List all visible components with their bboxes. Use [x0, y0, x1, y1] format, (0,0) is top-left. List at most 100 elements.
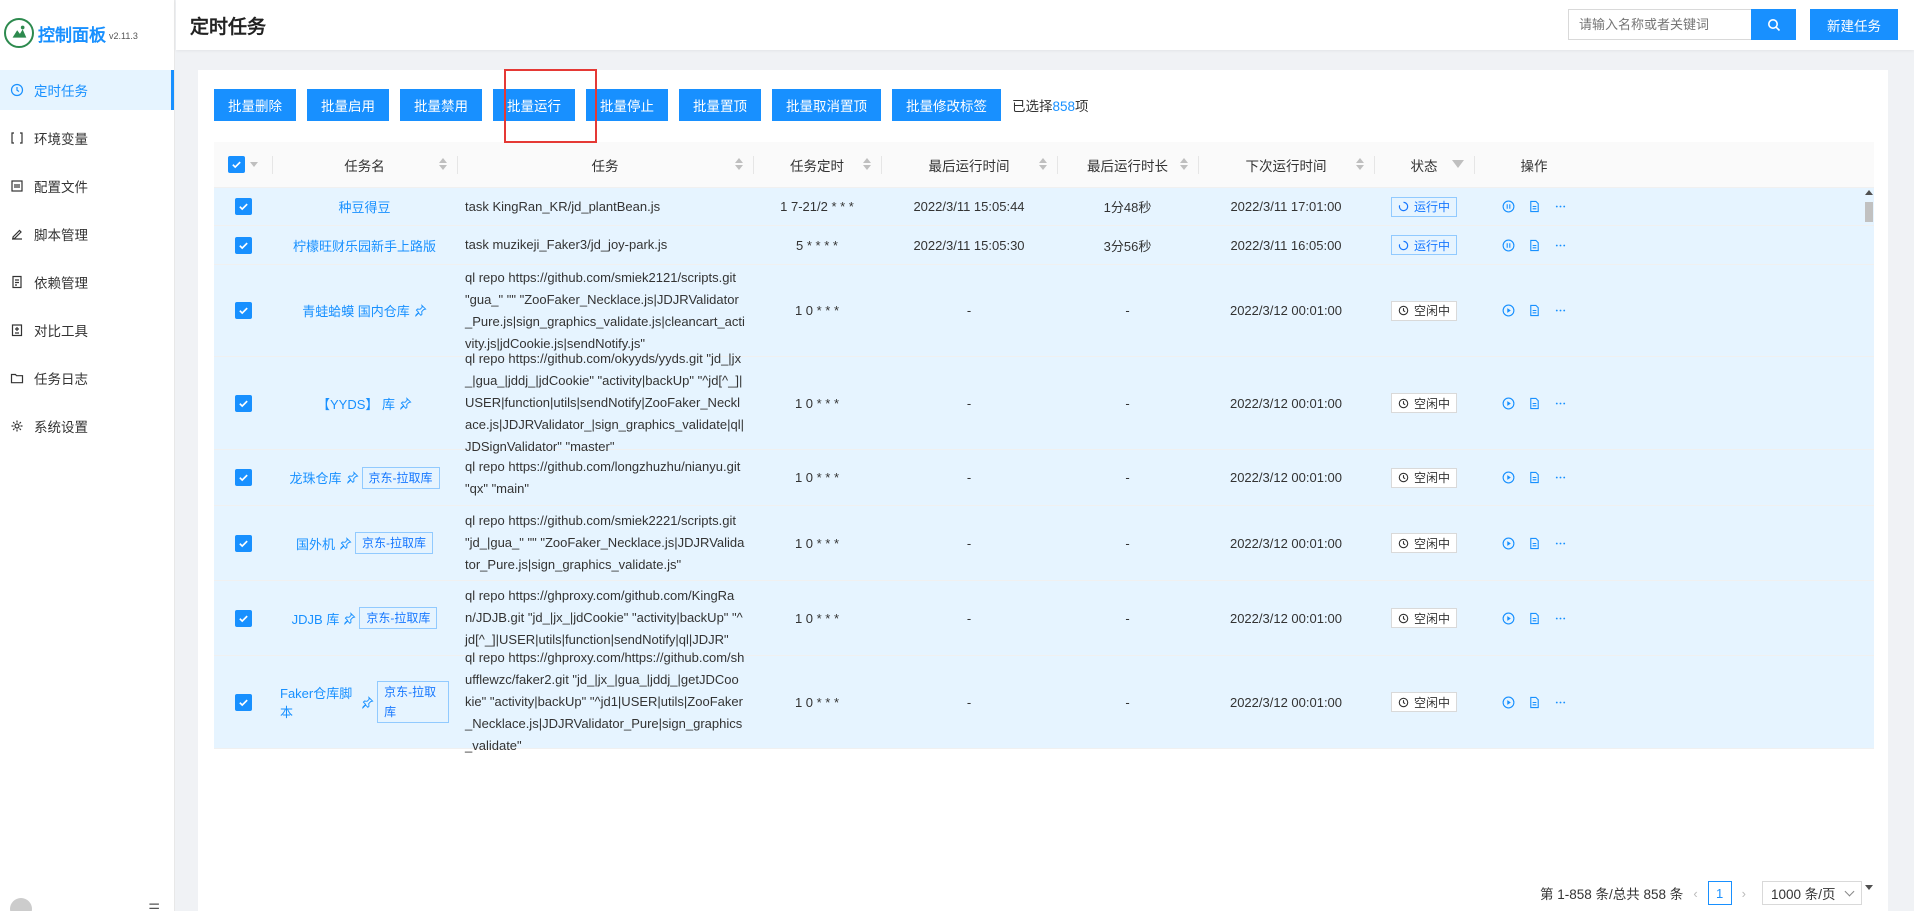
more-icon[interactable] [1554, 304, 1567, 317]
table-row[interactable]: 【YYDS】 库 ql repo https://github.com/okyyd… [214, 351, 1874, 454]
batch-button-2[interactable]: 批量禁用 [400, 89, 482, 121]
row-checkbox[interactable] [234, 236, 252, 254]
task-name-link[interactable]: 龙珠仓库 [289, 468, 341, 487]
log-icon[interactable] [1528, 537, 1541, 550]
sort-icon[interactable] [1356, 158, 1364, 170]
batch-button-4[interactable]: 批量停止 [586, 89, 668, 121]
table-row[interactable]: 柠檬旺财乐园新手上路版 task muzikeji_Faker3/jd_joy-p… [214, 226, 1874, 265]
sort-icon[interactable] [735, 158, 743, 170]
more-icon[interactable] [1554, 200, 1567, 213]
column-header[interactable]: 状态 [1374, 142, 1474, 187]
pin-icon[interactable] [343, 611, 356, 625]
log-icon[interactable] [1528, 200, 1541, 213]
select-all-checkbox[interactable] [228, 156, 245, 173]
run-icon[interactable] [1502, 696, 1515, 709]
table-row[interactable]: JDJB 库京东-拉取库 ql repo https://ghproxy.com/… [214, 581, 1874, 656]
pin-icon[interactable] [399, 396, 412, 410]
more-icon[interactable] [1554, 612, 1567, 625]
filter-icon[interactable] [1452, 160, 1464, 168]
collapse-icon[interactable]: ☰ [148, 901, 160, 911]
task-name-link[interactable]: 国外机 [296, 534, 335, 553]
header-select-all[interactable] [214, 142, 272, 187]
more-icon[interactable] [1554, 397, 1567, 410]
sort-icon[interactable] [1180, 158, 1188, 170]
sidebar-item-6[interactable]: 任务日志 [0, 358, 174, 398]
run-icon[interactable] [1502, 471, 1515, 484]
more-icon[interactable] [1554, 239, 1567, 252]
row-checkbox[interactable] [234, 469, 252, 486]
sidebar-item-5[interactable]: 对比工具 [0, 310, 174, 350]
pin-icon[interactable] [361, 695, 374, 709]
pin-icon[interactable] [339, 536, 352, 550]
column-header[interactable]: 最后运行时长 [1057, 142, 1198, 187]
sidebar-item-1[interactable]: 环境变量 [0, 118, 174, 158]
pin-icon[interactable] [414, 304, 427, 317]
sidebar-item-0[interactable]: 定时任务 [0, 70, 174, 110]
scroll-thumb[interactable] [1865, 202, 1873, 222]
logo[interactable]: 控制面板 v2.11.3 [0, 0, 174, 66]
row-checkbox[interactable] [234, 534, 252, 552]
task-name-link[interactable]: 柠檬旺财乐园新手上路版 [293, 236, 436, 255]
column-header[interactable]: 最后运行时间 [881, 142, 1057, 187]
more-icon[interactable] [1554, 471, 1567, 484]
row-checkbox[interactable] [234, 609, 252, 627]
task-name-link[interactable]: 青蛙蛤蟆 国内仓库 [302, 301, 410, 320]
sidebar-item-2[interactable]: 配置文件 [0, 166, 174, 206]
run-icon[interactable] [1502, 304, 1515, 317]
sidebar-item-7[interactable]: 系统设置 [0, 406, 174, 446]
column-header[interactable]: 任务 [457, 142, 753, 187]
next-page-icon[interactable]: › [1742, 886, 1746, 901]
sort-icon[interactable] [863, 158, 871, 170]
row-checkbox[interactable] [234, 198, 252, 215]
scroll-down-icon[interactable] [1865, 885, 1873, 890]
page-current[interactable]: 1 [1707, 881, 1732, 905]
search-input[interactable] [1568, 9, 1751, 40]
row-checkbox[interactable] [234, 394, 252, 412]
batch-button-0[interactable]: 批量删除 [214, 89, 296, 121]
batch-button-6[interactable]: 批量取消置顶 [772, 89, 881, 121]
task-name-link[interactable]: Faker仓库脚本 [280, 683, 357, 721]
column-header[interactable]: 操作 [1474, 142, 1594, 187]
sidebar-item-3[interactable]: 脚本管理 [0, 214, 174, 254]
page-size-select[interactable]: 1000 条/页 [1762, 881, 1862, 905]
log-icon[interactable] [1528, 397, 1541, 410]
log-icon[interactable] [1528, 471, 1541, 484]
log-icon[interactable] [1528, 304, 1541, 317]
task-name-link[interactable]: 种豆得豆 [338, 197, 390, 216]
sort-icon[interactable] [1039, 158, 1047, 170]
run-icon[interactable] [1502, 612, 1515, 625]
table-row[interactable]: 国外机 京东-拉取库 ql repo https://github.com/smie… [214, 506, 1874, 581]
prev-page-icon[interactable]: ‹ [1693, 886, 1697, 901]
new-task-button[interactable]: 新建任务 [1810, 9, 1898, 40]
table-row[interactable]: 青蛙蛤蟆 国内仓库 ql repo https://github.com/smie… [214, 265, 1874, 357]
scrollbar[interactable] [1864, 188, 1874, 892]
table-row[interactable]: 龙珠仓库 京东-拉取库 ql repo https://github.com/lon… [214, 450, 1874, 506]
scroll-up-icon[interactable] [1865, 190, 1873, 195]
log-icon[interactable] [1528, 239, 1541, 252]
pin-icon[interactable] [346, 471, 359, 484]
run-icon[interactable] [1502, 397, 1515, 410]
stop-icon[interactable] [1502, 239, 1515, 252]
table-row[interactable]: Faker仓库脚本 京东-拉取库 ql repo https://ghproxy.c… [214, 650, 1874, 753]
run-icon[interactable] [1502, 537, 1515, 550]
column-header[interactable]: 任务名 [272, 142, 457, 187]
sort-icon[interactable] [439, 158, 447, 170]
log-icon[interactable] [1528, 696, 1541, 709]
row-checkbox[interactable] [234, 693, 252, 711]
batch-button-7[interactable]: 批量修改标签 [892, 89, 1001, 121]
more-icon[interactable] [1554, 537, 1567, 550]
batch-button-5[interactable]: 批量置顶 [679, 89, 761, 121]
stop-icon[interactable] [1502, 200, 1515, 213]
search-button[interactable] [1751, 9, 1796, 40]
batch-button-1[interactable]: 批量启用 [307, 89, 389, 121]
sidebar-item-4[interactable]: 依赖管理 [0, 262, 174, 302]
select-dropdown-icon[interactable] [250, 162, 258, 167]
log-icon[interactable] [1528, 612, 1541, 625]
column-header[interactable]: 任务定时 [753, 142, 881, 187]
task-name-link[interactable]: JDJB 库 [292, 609, 340, 628]
more-icon[interactable] [1554, 696, 1567, 709]
row-checkbox[interactable] [234, 302, 252, 319]
task-name-link[interactable]: 【YYDS】 库 [317, 394, 395, 413]
column-header[interactable]: 下次运行时间 [1198, 142, 1374, 187]
table-row[interactable]: 种豆得豆 task KingRan_KR/jd_plantBean.js 1 7-2… [214, 188, 1874, 226]
